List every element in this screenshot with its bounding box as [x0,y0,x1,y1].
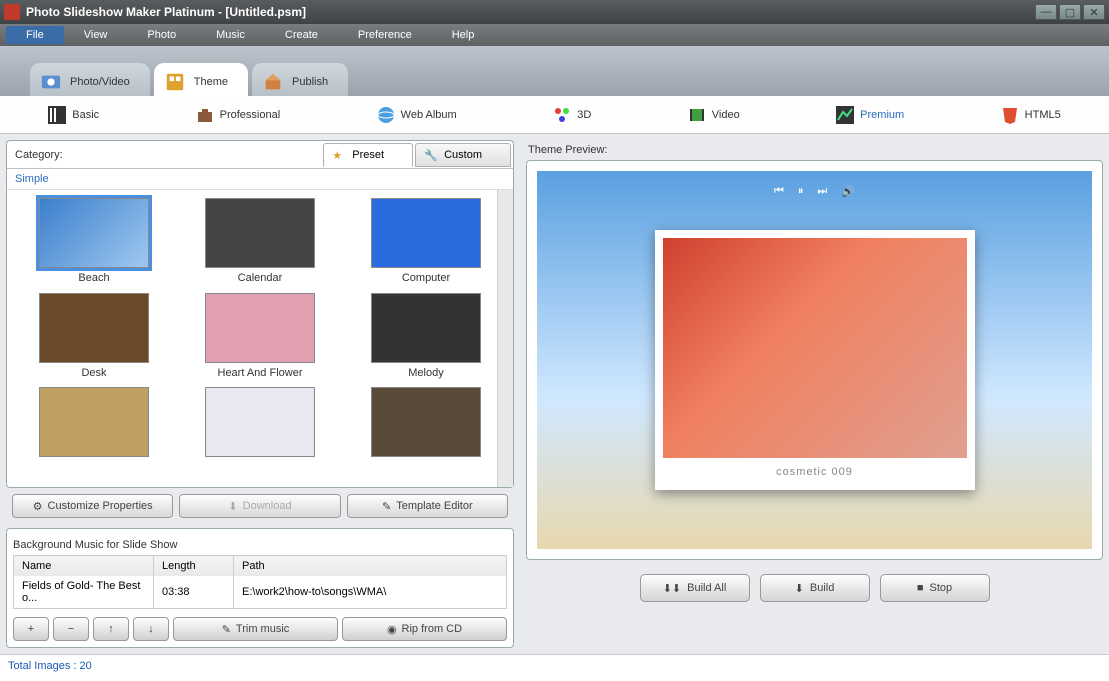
professional-icon [196,106,214,124]
theme-item-calendar[interactable]: Calendar [181,198,339,285]
theme-item-beach[interactable]: Beach [15,198,173,285]
app-icon [4,4,20,20]
theme-item[interactable] [347,387,505,462]
pencil-icon: ✎ [222,623,231,636]
table-header-row: Name Length Path [14,556,507,577]
category-label: Category: [7,149,71,161]
preview-stage: ⏮ ⏸ ⏭ 🔊 cosmetic 009 [537,171,1092,549]
webalbum-icon [377,106,395,124]
rip-cd-button[interactable]: ◉Rip from CD [342,617,507,641]
tab-theme[interactable]: Theme [154,63,248,96]
category-group[interactable]: Simple [7,169,513,190]
stop-icon: ■ [917,582,924,594]
trim-music-button[interactable]: ✎Trim music [173,617,338,641]
build-all-button[interactable]: ⬇⬇Build All [640,574,750,602]
subtool-professional[interactable]: Professional [188,102,289,128]
col-path[interactable]: Path [234,556,507,577]
preview-caption: cosmetic 009 [663,458,967,478]
minus-icon: − [68,623,74,635]
music-header: Background Music for Slide Show [13,535,507,555]
prev-icon[interactable]: ⏮ [774,185,784,198]
volume-icon[interactable]: 🔊 [841,185,855,198]
template-editor-button[interactable]: ✎Template Editor [347,494,508,518]
html5-icon [1001,106,1019,124]
stop-button[interactable]: ■Stop [880,574,990,602]
preview-header: Theme Preview: [526,140,1103,160]
menu-music[interactable]: Music [196,26,265,44]
tab-custom[interactable]: 🔧Custom [415,143,511,167]
tab-preset[interactable]: ★Preset [323,143,413,167]
next-icon[interactable]: ⏭ [817,185,827,198]
menu-file[interactable]: File [6,26,64,44]
tab-label: Theme [194,76,228,88]
music-table: Name Length Path Fields of Gold- The Bes… [13,555,507,609]
3d-icon [553,106,571,124]
build-button[interactable]: ⬇Build [760,574,870,602]
scrollbar[interactable] [497,190,513,487]
video-icon [688,106,706,124]
tab-photo-video[interactable]: Photo/Video [30,63,150,96]
menu-photo[interactable]: Photo [127,26,196,44]
status-text: Total Images : 20 [8,660,92,672]
tab-publish[interactable]: Publish [252,63,348,96]
premium-icon [836,106,854,124]
table-row[interactable]: Fields of Gold- The Best o... 03:38 E:\w… [14,576,507,609]
gear-icon: ⚙ [33,500,43,513]
add-music-button[interactable]: + [13,617,49,641]
preview-photo: cosmetic 009 [655,230,975,490]
subtool-premium[interactable]: Premium [828,102,912,128]
subtool-webalbum[interactable]: Web Album [369,102,465,128]
subtool-video[interactable]: Video [680,102,748,128]
theme-item-computer[interactable]: Computer [347,198,505,285]
basic-icon [48,106,66,124]
maximize-button[interactable]: ▢ [1059,4,1081,20]
menu-view[interactable]: View [64,26,128,44]
menu-preference[interactable]: Preference [338,26,432,44]
window-title: Photo Slideshow Maker Platinum - [Untitl… [26,5,1033,19]
subtool-basic[interactable]: Basic [40,102,107,128]
menu-help[interactable]: Help [432,26,495,44]
theme-item-heart[interactable]: Heart And Flower [181,293,339,380]
arrow-up-icon: ↑ [108,623,114,635]
theme-item[interactable] [181,387,339,462]
remove-music-button[interactable]: − [53,617,89,641]
disc-icon: ◉ [387,623,397,636]
customize-properties-button[interactable]: ⚙Customize Properties [12,494,173,518]
theme-item-desk[interactable]: Desk [15,293,173,380]
theme-item-melody[interactable]: Melody [347,293,505,380]
tab-label: Photo/Video [70,76,130,88]
tab-label: Publish [292,76,328,88]
menu-create[interactable]: Create [265,26,338,44]
pause-icon[interactable]: ⏸ [798,185,804,198]
star-icon: ★ [332,149,342,162]
col-length[interactable]: Length [154,556,234,577]
subtool-html5[interactable]: HTML5 [993,102,1069,128]
theme-item[interactable] [15,387,173,462]
double-arrow-down-icon: ⬇⬇ [663,582,681,595]
minimize-button[interactable]: — [1035,4,1057,20]
close-button[interactable]: ✕ [1083,4,1105,20]
move-down-button[interactable]: ↓ [133,617,169,641]
theme-icon [164,71,186,93]
plus-icon: + [28,623,34,635]
photo-video-icon [40,71,62,93]
arrow-down-icon: ⬇ [795,582,804,595]
pencil-icon: ✎ [382,500,391,513]
move-up-button[interactable]: ↑ [93,617,129,641]
subtool-3d[interactable]: 3D [545,102,599,128]
col-name[interactable]: Name [14,556,154,577]
download-button[interactable]: ⬇Download [179,494,340,518]
download-icon: ⬇ [228,500,237,513]
arrow-down-icon: ↓ [148,623,154,635]
wrench-icon: 🔧 [424,149,438,162]
publish-icon [262,71,284,93]
